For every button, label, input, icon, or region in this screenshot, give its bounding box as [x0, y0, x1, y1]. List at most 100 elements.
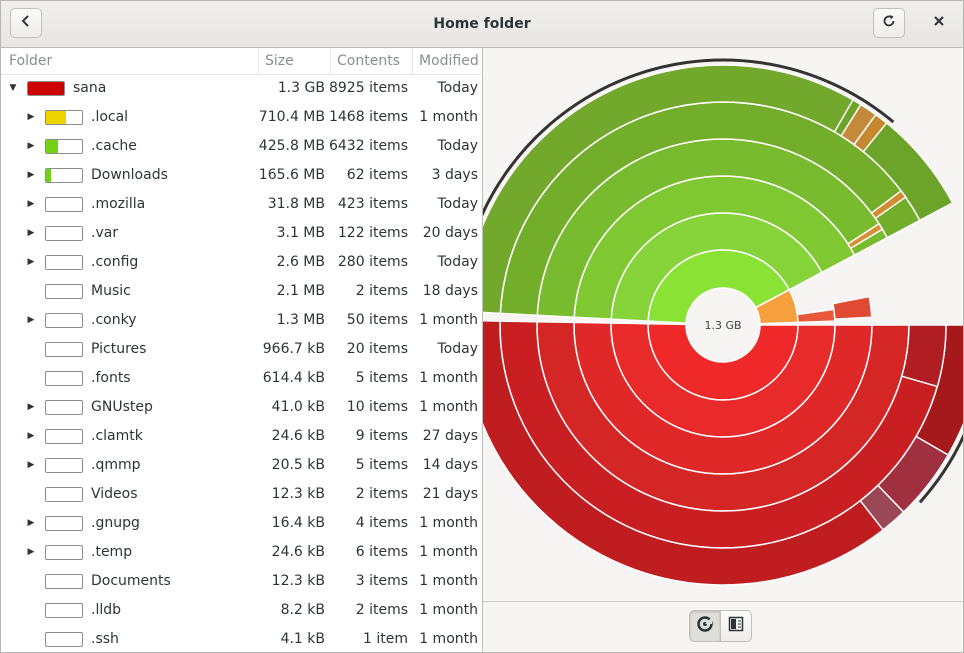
folder-size: 20.5 kB [271, 457, 325, 473]
folder-contents: 50 items [346, 312, 408, 328]
usage-bar [27, 81, 65, 96]
folder-name: .cache [91, 138, 137, 154]
folder-size: 425.8 MB [258, 138, 325, 154]
folder-modified: Today [437, 138, 479, 154]
folder-contents: 10 items [346, 399, 408, 415]
expander-closed-icon[interactable]: ▶ [25, 103, 37, 132]
usage-bar-fill [46, 169, 51, 182]
table-row[interactable]: ▶ .temp 24.6 kB 6 items 1 month [1, 538, 482, 567]
table-row[interactable]: Documents 12.3 kB 3 items 1 month [1, 567, 482, 596]
folder-size: 4.1 kB [280, 631, 325, 647]
chart-pane: 1.3 GB [456, 48, 963, 652]
folder-contents: 4 items [355, 515, 408, 531]
table-row[interactable]: Pictures 966.7 kB 20 items Today [1, 335, 482, 364]
expander-spacer [25, 335, 37, 364]
treemap-chart-toggle[interactable] [720, 610, 752, 642]
expander-closed-icon[interactable]: ▶ [25, 161, 37, 190]
folder-contents: 6 items [355, 544, 408, 560]
usage-bar-fill [28, 82, 64, 95]
expander-closed-icon[interactable]: ▶ [25, 422, 37, 451]
folder-tree-view[interactable]: Folder Size Contents Modified ▼ sana 1.3 G… [1, 48, 482, 652]
rings-chart[interactable]: 1.3 GB [456, 48, 963, 601]
table-row[interactable]: ▶ .gnupg 16.4 kB 4 items 1 month [1, 509, 482, 538]
folder-modified: Today [437, 196, 479, 212]
expander-closed-icon[interactable]: ▶ [25, 393, 37, 422]
folder-contents: 5 items [355, 457, 408, 473]
expander-closed-icon[interactable]: ▶ [25, 451, 37, 480]
folder-modified: Today [437, 80, 479, 96]
usage-bar-fill [46, 140, 58, 153]
table-row[interactable]: ▶ .qmmp 20.5 kB 5 items 14 days [1, 451, 482, 480]
table-row[interactable]: Videos 12.3 kB 2 items 21 days [1, 480, 482, 509]
expander-open-icon[interactable]: ▼ [7, 74, 19, 103]
expander-closed-icon[interactable]: ▶ [25, 248, 37, 277]
folder-name: .var [91, 225, 119, 241]
table-row[interactable]: ▶ .mozilla 31.8 MB 423 items Today [1, 190, 482, 219]
usage-bar [45, 110, 83, 125]
column-headers: Folder Size Contents Modified [1, 48, 482, 75]
folder-modified: 3 days [431, 167, 478, 183]
column-header-folder[interactable]: Folder [3, 48, 259, 74]
table-row[interactable]: .ssh 4.1 kB 1 item 1 month [1, 625, 482, 652]
column-header-contents[interactable]: Contents [330, 48, 412, 74]
folder-modified: 1 month [419, 109, 478, 125]
folder-modified: Today [437, 341, 479, 357]
expander-closed-icon[interactable]: ▶ [25, 538, 37, 567]
folder-contents: 2 items [355, 283, 408, 299]
folder-name: Pictures [91, 341, 147, 357]
refresh-button[interactable] [873, 8, 905, 38]
close-button[interactable] [923, 8, 955, 38]
rings-chart-area[interactable]: 1.3 GB [456, 48, 963, 601]
table-row[interactable]: ▶ .conky 1.3 MB 50 items 1 month [1, 306, 482, 335]
expander-closed-icon[interactable]: ▶ [25, 509, 37, 538]
usage-bar [45, 139, 83, 154]
table-row[interactable]: ▼ sana 1.3 GB 8925 items Today [1, 74, 482, 103]
table-row[interactable]: ▶ .config 2.6 MB 280 items Today [1, 248, 482, 277]
usage-bar [45, 197, 83, 212]
usage-bar [45, 458, 83, 473]
column-header-modified[interactable]: Modified [412, 48, 482, 74]
folder-contents: 6432 items [328, 138, 408, 154]
rings-chart-icon [697, 616, 713, 636]
usage-bar [45, 516, 83, 531]
table-row[interactable]: ▶ .clamtk 24.6 kB 9 items 27 days [1, 422, 482, 451]
column-header-size[interactable]: Size [258, 48, 330, 74]
folder-contents: 423 items [337, 196, 408, 212]
folder-modified: 1 month [419, 399, 478, 415]
folder-size: 16.4 kB [271, 515, 325, 531]
folder-name: .temp [91, 544, 133, 560]
folder-size: 614.4 kB [262, 370, 325, 386]
folder-modified: 1 month [419, 602, 478, 618]
expander-spacer [25, 480, 37, 509]
table-row[interactable]: ▶ .cache 425.8 MB 6432 items Today [1, 132, 482, 161]
expander-closed-icon[interactable]: ▶ [25, 219, 37, 248]
table-row[interactable]: .fonts 614.4 kB 5 items 1 month [1, 364, 482, 393]
usage-bar [45, 545, 83, 560]
table-row[interactable]: Music 2.1 MB 2 items 18 days [1, 277, 482, 306]
folder-name: Music [91, 283, 131, 299]
expander-closed-icon[interactable]: ▶ [25, 132, 37, 161]
folder-size: 24.6 kB [271, 544, 325, 560]
folder-contents: 5 items [355, 370, 408, 386]
folder-modified: 1 month [419, 370, 478, 386]
back-button[interactable] [10, 8, 42, 38]
folder-modified: 1 month [419, 631, 478, 647]
expander-spacer [25, 277, 37, 306]
expander-spacer [25, 596, 37, 625]
table-row[interactable]: ▶ .local 710.4 MB 1468 items 1 month [1, 103, 482, 132]
chart-segment-other[interactable] [796, 308, 836, 324]
table-row[interactable]: ▶ .var 3.1 MB 122 items 20 days [1, 219, 482, 248]
chart-segment-other[interactable] [832, 295, 873, 320]
expander-closed-icon[interactable]: ▶ [25, 306, 37, 335]
folder-modified: 1 month [419, 515, 478, 531]
table-row[interactable]: .lldb 8.2 kB 2 items 1 month [1, 596, 482, 625]
folder-size: 41.0 kB [271, 399, 325, 415]
table-row[interactable]: ▶ Downloads 165.6 MB 62 items 3 days [1, 161, 482, 190]
chart-segment-local-sub[interactable] [900, 324, 947, 388]
folder-size: 966.7 kB [262, 341, 325, 357]
rings-chart-toggle[interactable] [689, 610, 721, 642]
treemap-chart-icon [728, 616, 744, 636]
expander-closed-icon[interactable]: ▶ [25, 190, 37, 219]
table-row[interactable]: ▶ GNUstep 41.0 kB 10 items 1 month [1, 393, 482, 422]
folder-size: 12.3 kB [271, 486, 325, 502]
